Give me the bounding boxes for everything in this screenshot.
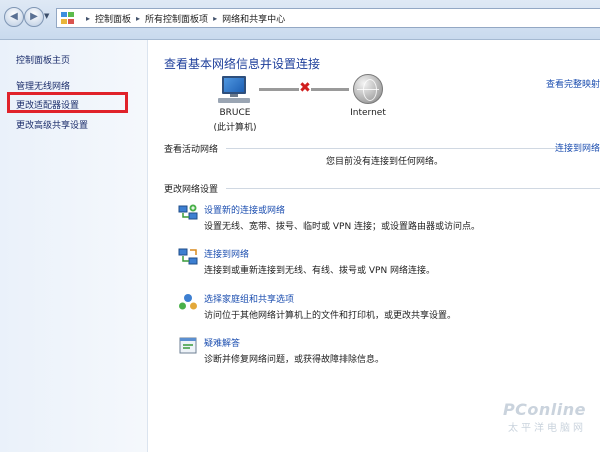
main-content: 查看基本网络信息并设置连接 查看完整映射 ✖ BRUCE (此计算机) Inte…	[148, 40, 600, 452]
internet-label: Internet	[350, 108, 386, 118]
section-divider	[226, 188, 600, 189]
internet-globe-icon[interactable]	[353, 74, 383, 104]
connect-network-desc: 连接到或重新连接到无线、有线、拨号或 VPN 网络连接。	[204, 266, 436, 276]
connect-network-link[interactable]: 连接到网络	[204, 247, 249, 260]
computer-icon	[216, 76, 252, 104]
breadcrumb-all-items[interactable]: 所有控制面板项	[145, 12, 208, 25]
forward-button[interactable]: ▶	[24, 7, 44, 27]
breadcrumb-separator-icon[interactable]: ▸	[213, 14, 217, 23]
sidebar-item-control-panel-home[interactable]: 控制面板主页	[16, 53, 70, 66]
change-settings-heading: 更改网络设置	[164, 185, 219, 195]
setup-connection-link[interactable]: 设置新的连接或网络	[204, 203, 285, 216]
network-map: ✖ BRUCE (此计算机) Internet	[196, 74, 446, 134]
back-arrow-icon: ◀	[10, 11, 18, 22]
view-full-map-link[interactable]: 查看完整映射	[546, 77, 600, 90]
connection-line	[259, 88, 299, 91]
task-troubleshoot: 疑难解答 诊断并修复网络问题，或获得故障排除信息。	[178, 336, 598, 368]
sidebar: 控制面板主页 管理无线网络 更改适配器设置 更改高级共享设置	[0, 40, 148, 452]
recent-pages-dropdown-icon[interactable]: ▼	[44, 12, 49, 20]
watermark-logo: PConline 太平洋电脑网	[503, 400, 586, 434]
watermark-brand: PConline	[502, 400, 586, 419]
address-bar: ◀ ▶ ▼ ▸ 控制面板 ▸ 所有控制面板项 ▸ 网络和共享中心	[0, 0, 600, 40]
sidebar-item-advanced-sharing[interactable]: 更改高级共享设置	[16, 118, 88, 131]
breadcrumb-network-center[interactable]: 网络和共享中心	[222, 12, 285, 25]
new-connection-icon	[178, 204, 198, 220]
breadcrumb-control-panel[interactable]: 控制面板	[95, 12, 131, 25]
homegroup-desc: 访问位于其他网络计算机上的文件和打印机，或更改共享设置。	[204, 311, 457, 321]
no-network-message: 您目前没有连接到任何网络。	[326, 157, 444, 167]
task-connect-network: 连接到网络 连接到或重新连接到无线、有线、拨号或 VPN 网络连接。	[178, 247, 598, 279]
task-homegroup: 选择家庭组和共享选项 访问位于其他网络计算机上的文件和打印机，或更改共享设置。	[178, 292, 598, 324]
computer-subtitle: (此计算机)	[213, 123, 257, 133]
section-divider	[226, 148, 556, 149]
troubleshoot-desc: 诊断并修复网络问题，或获得故障排除信息。	[204, 355, 385, 365]
back-button[interactable]: ◀	[4, 7, 24, 27]
sidebar-item-manage-wireless[interactable]: 管理无线网络	[16, 79, 70, 92]
homegroup-icon	[179, 294, 197, 310]
connect-to-network-link[interactable]: 连接到网络	[555, 141, 600, 154]
connection-line	[311, 88, 349, 91]
control-panel-icon	[61, 12, 75, 24]
breadcrumb-separator-icon[interactable]: ▸	[86, 14, 90, 23]
homegroup-link[interactable]: 选择家庭组和共享选项	[204, 292, 294, 305]
troubleshoot-icon	[179, 337, 197, 354]
disconnected-x-icon[interactable]: ✖	[299, 81, 311, 95]
breadcrumb[interactable]: ▸ 控制面板 ▸ 所有控制面板项 ▸ 网络和共享中心	[56, 8, 600, 28]
forward-arrow-icon: ▶	[30, 11, 38, 22]
highlight-annotation	[7, 92, 128, 113]
watermark-subtitle: 太平洋电脑网	[508, 423, 586, 434]
page-title: 查看基本网络信息并设置连接	[164, 57, 321, 71]
computer-name: BRUCE	[219, 108, 251, 118]
connect-network-icon	[178, 248, 198, 265]
active-networks-heading: 查看活动网络	[164, 145, 219, 155]
troubleshoot-link[interactable]: 疑难解答	[204, 336, 240, 349]
task-setup-connection: 设置新的连接或网络 设置无线、宽带、拨号、临时或 VPN 连接；或设置路由器或访…	[178, 203, 598, 235]
breadcrumb-separator-icon[interactable]: ▸	[136, 14, 140, 23]
setup-connection-desc: 设置无线、宽带、拨号、临时或 VPN 连接；或设置路由器或访问点。	[204, 222, 481, 232]
